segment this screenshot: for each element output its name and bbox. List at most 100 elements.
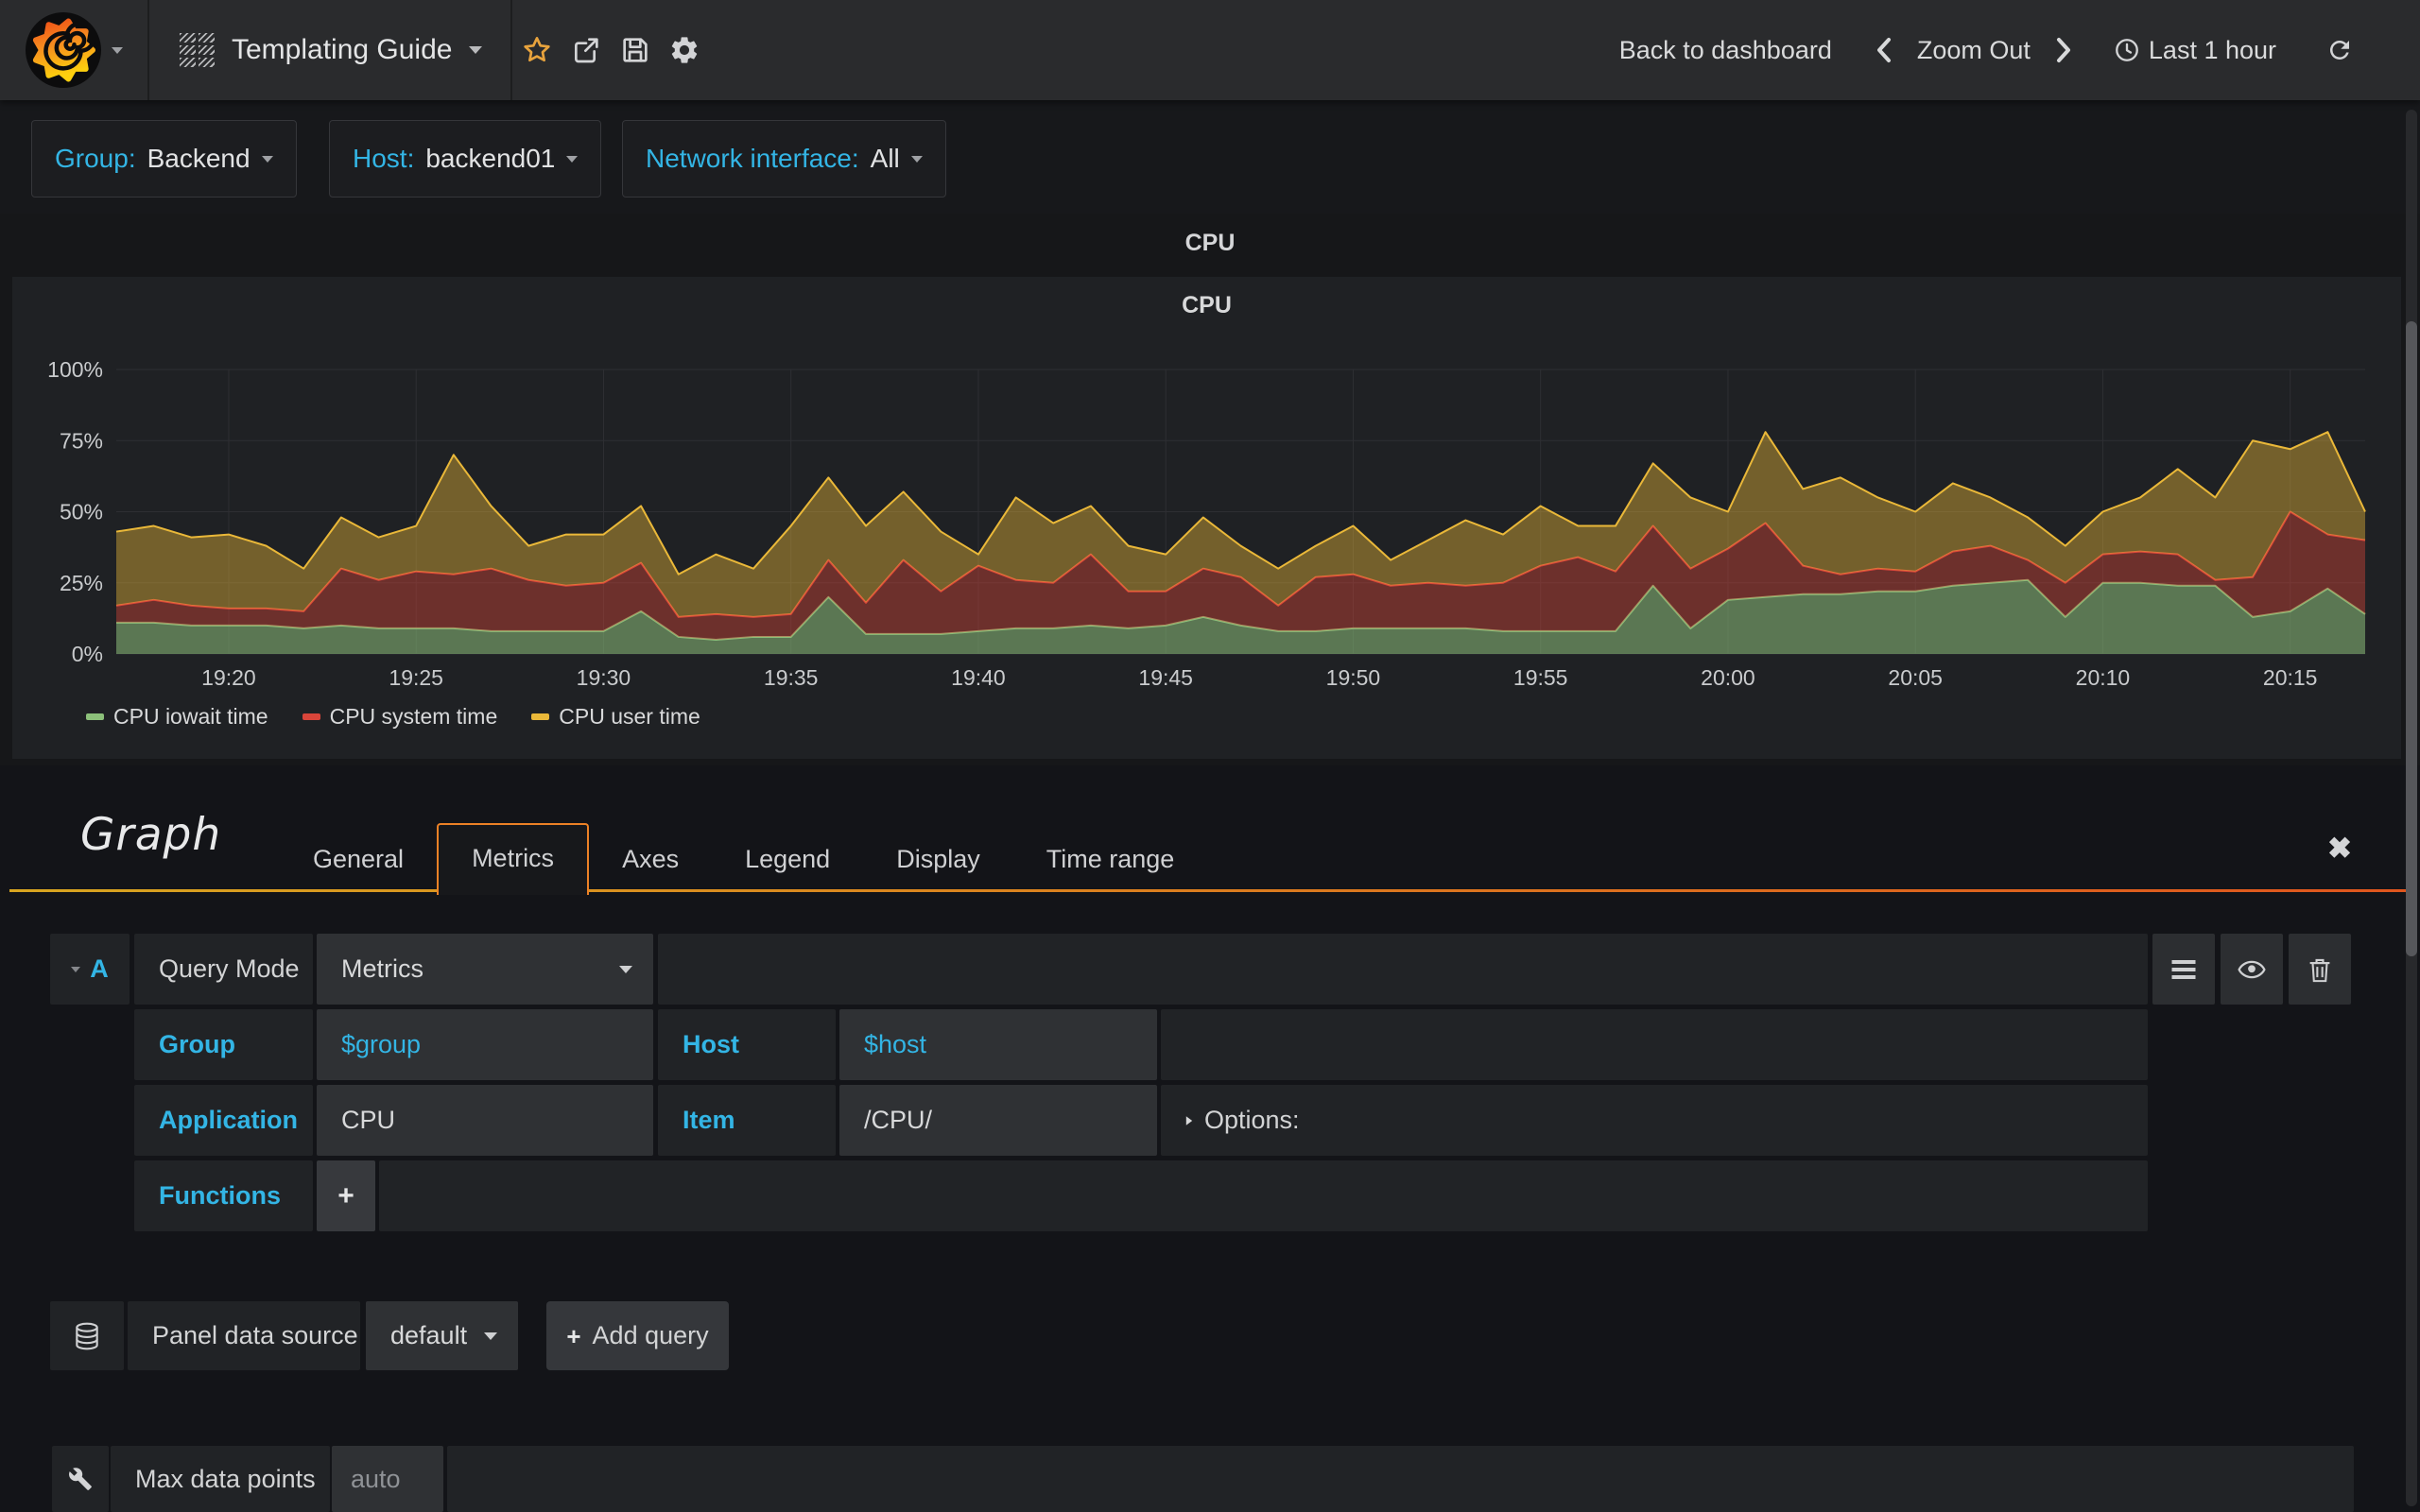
editor-tabbar: General Metrics Axes Legend Display Time…: [0, 821, 2420, 895]
cpu-stacked-area-chart[interactable]: 0% 25% 50% 75% 100% 19:20 19:25 19:30 19:35 19:40…: [12, 277, 2401, 707]
query-menu-button[interactable]: [2152, 934, 2215, 1005]
svg-text:19:30: 19:30: [577, 665, 631, 690]
query-ref-collapse[interactable]: A: [50, 934, 130, 1005]
tab-legend[interactable]: Legend: [712, 826, 863, 892]
query-row-filler: [658, 934, 2148, 1005]
add-query-button[interactable]: + Add query: [546, 1301, 729, 1370]
tab-time-range[interactable]: Time range: [1013, 826, 1208, 892]
dashboard-title-dropdown[interactable]: Templating Guide: [149, 0, 513, 100]
navbar: Templating Guide Back to dashboard Zoom …: [0, 0, 2420, 100]
svg-text:100%: 100%: [47, 357, 103, 382]
variable-network-interface-dropdown[interactable]: Network interface: All: [622, 120, 946, 198]
database-icon: [76, 1322, 98, 1349]
legend-label: CPU iowait time: [113, 704, 268, 729]
svg-text:19:25: 19:25: [389, 665, 443, 690]
application-field-label: Application: [134, 1085, 313, 1156]
variable-group-dropdown[interactable]: Group: Backend: [31, 120, 297, 198]
group-field-input[interactable]: $group: [317, 1009, 653, 1080]
svg-text:75%: 75%: [60, 428, 103, 453]
chevron-down-icon: [910, 155, 923, 163]
dashboard-grid-icon: [180, 33, 215, 67]
max-data-points-label: Max data points: [111, 1446, 330, 1512]
max-data-points-input[interactable]: [332, 1446, 443, 1512]
row-filler: [379, 1160, 2148, 1231]
add-query-label: Add query: [592, 1321, 709, 1349]
query-delete-button[interactable]: [2289, 934, 2351, 1005]
legend-swatch: [86, 713, 104, 720]
row-title: CPU: [1184, 230, 1236, 256]
add-function-button[interactable]: +: [317, 1160, 375, 1231]
query-mode-value: Metrics: [341, 954, 424, 983]
query-toggle-visibility-button[interactable]: [2221, 934, 2283, 1005]
menu-icon: [2171, 959, 2196, 979]
application-field-input[interactable]: CPU: [317, 1085, 653, 1156]
star-button[interactable]: [512, 0, 562, 100]
max-data-points-field: [332, 1446, 443, 1512]
row-filler: [1161, 1009, 2148, 1080]
share-button[interactable]: [562, 0, 611, 100]
functions-label: Functions: [134, 1160, 313, 1231]
plus-icon: +: [337, 1179, 354, 1211]
legend-item-iowait[interactable]: CPU iowait time: [86, 704, 268, 730]
chevron-down-icon: [566, 155, 579, 163]
grafana-menu-button[interactable]: [0, 0, 149, 100]
grafana-app: Templating Guide Back to dashboard Zoom …: [0, 0, 2420, 1512]
legend-item-system[interactable]: CPU system time: [302, 704, 497, 730]
tab-metrics[interactable]: Metrics: [437, 823, 590, 895]
scrollbar-thumb[interactable]: [2406, 321, 2417, 956]
back-to-dashboard-button[interactable]: Back to dashboard: [1619, 36, 1832, 65]
row-filler: [447, 1446, 2354, 1512]
options-toggle[interactable]: Options:: [1161, 1085, 2148, 1156]
clock-icon: [2116, 39, 2138, 61]
chevron-left-icon[interactable]: [1876, 36, 1893, 64]
svg-text:19:55: 19:55: [1513, 665, 1568, 690]
tab-axes[interactable]: Axes: [589, 826, 712, 892]
datasource-select[interactable]: default: [366, 1301, 518, 1370]
save-button[interactable]: [611, 0, 660, 100]
chevron-down-icon: [469, 46, 483, 54]
variable-host-dropdown[interactable]: Host: backend01: [329, 120, 602, 198]
tab-general[interactable]: General: [280, 826, 437, 892]
legend-swatch: [302, 713, 320, 720]
datasource-icon-cell: [50, 1301, 124, 1370]
variable-value: Backend: [147, 144, 251, 173]
time-range-button[interactable]: Last 1 hour: [2114, 36, 2276, 65]
svg-text:20:10: 20:10: [2076, 665, 2131, 690]
query-ref-letter: A: [90, 954, 109, 983]
datasource-value: default: [390, 1321, 468, 1349]
host-field-input[interactable]: $host: [839, 1009, 1157, 1080]
legend-item-user[interactable]: CPU user time: [531, 704, 700, 730]
dashboard-title: Templating Guide: [232, 34, 453, 65]
close-icon[interactable]: ✖: [2327, 833, 2352, 863]
star-icon: [524, 37, 551, 62]
chevron-right-icon[interactable]: [2055, 36, 2072, 64]
query-mode-select[interactable]: Metrics: [317, 934, 653, 1005]
chart-legend: CPU iowait time CPU system time CPU user…: [86, 704, 700, 730]
caret-down-icon: [71, 966, 81, 972]
tab-display[interactable]: Display: [863, 826, 1013, 892]
svg-text:20:15: 20:15: [2263, 665, 2318, 690]
caret-right-icon: [1185, 1115, 1193, 1125]
variable-label: Group:: [55, 144, 136, 173]
chevron-down-icon: [619, 965, 632, 973]
refresh-icon[interactable]: [2325, 36, 2354, 64]
datasource-label: Panel data source: [128, 1301, 360, 1370]
trash-icon: [2309, 958, 2330, 982]
svg-text:25%: 25%: [60, 571, 103, 595]
chevron-down-icon: [112, 46, 123, 54]
template-variables-bar: Group: Backend Host: backend01 Network i…: [0, 100, 2420, 214]
zoom-out-button[interactable]: Zoom Out: [1917, 36, 2031, 65]
svg-text:19:20: 19:20: [201, 665, 256, 690]
navbar-actions: [512, 0, 709, 100]
svg-text:19:45: 19:45: [1138, 665, 1193, 690]
plus-icon: +: [566, 1321, 581, 1350]
grafana-logo-icon: [26, 12, 101, 88]
svg-text:20:05: 20:05: [1888, 665, 1943, 690]
graph-panel: CPU 0% 25% 50% 75% 100% 19:20 19:25 19:30 19:35 1…: [12, 277, 2401, 759]
svg-text:19:40: 19:40: [951, 665, 1006, 690]
legend-label: CPU user time: [559, 704, 700, 729]
settings-button[interactable]: [660, 0, 709, 100]
item-field-input[interactable]: /CPU/: [839, 1085, 1157, 1156]
variable-value: All: [870, 144, 900, 173]
host-field-label: Host: [658, 1009, 836, 1080]
